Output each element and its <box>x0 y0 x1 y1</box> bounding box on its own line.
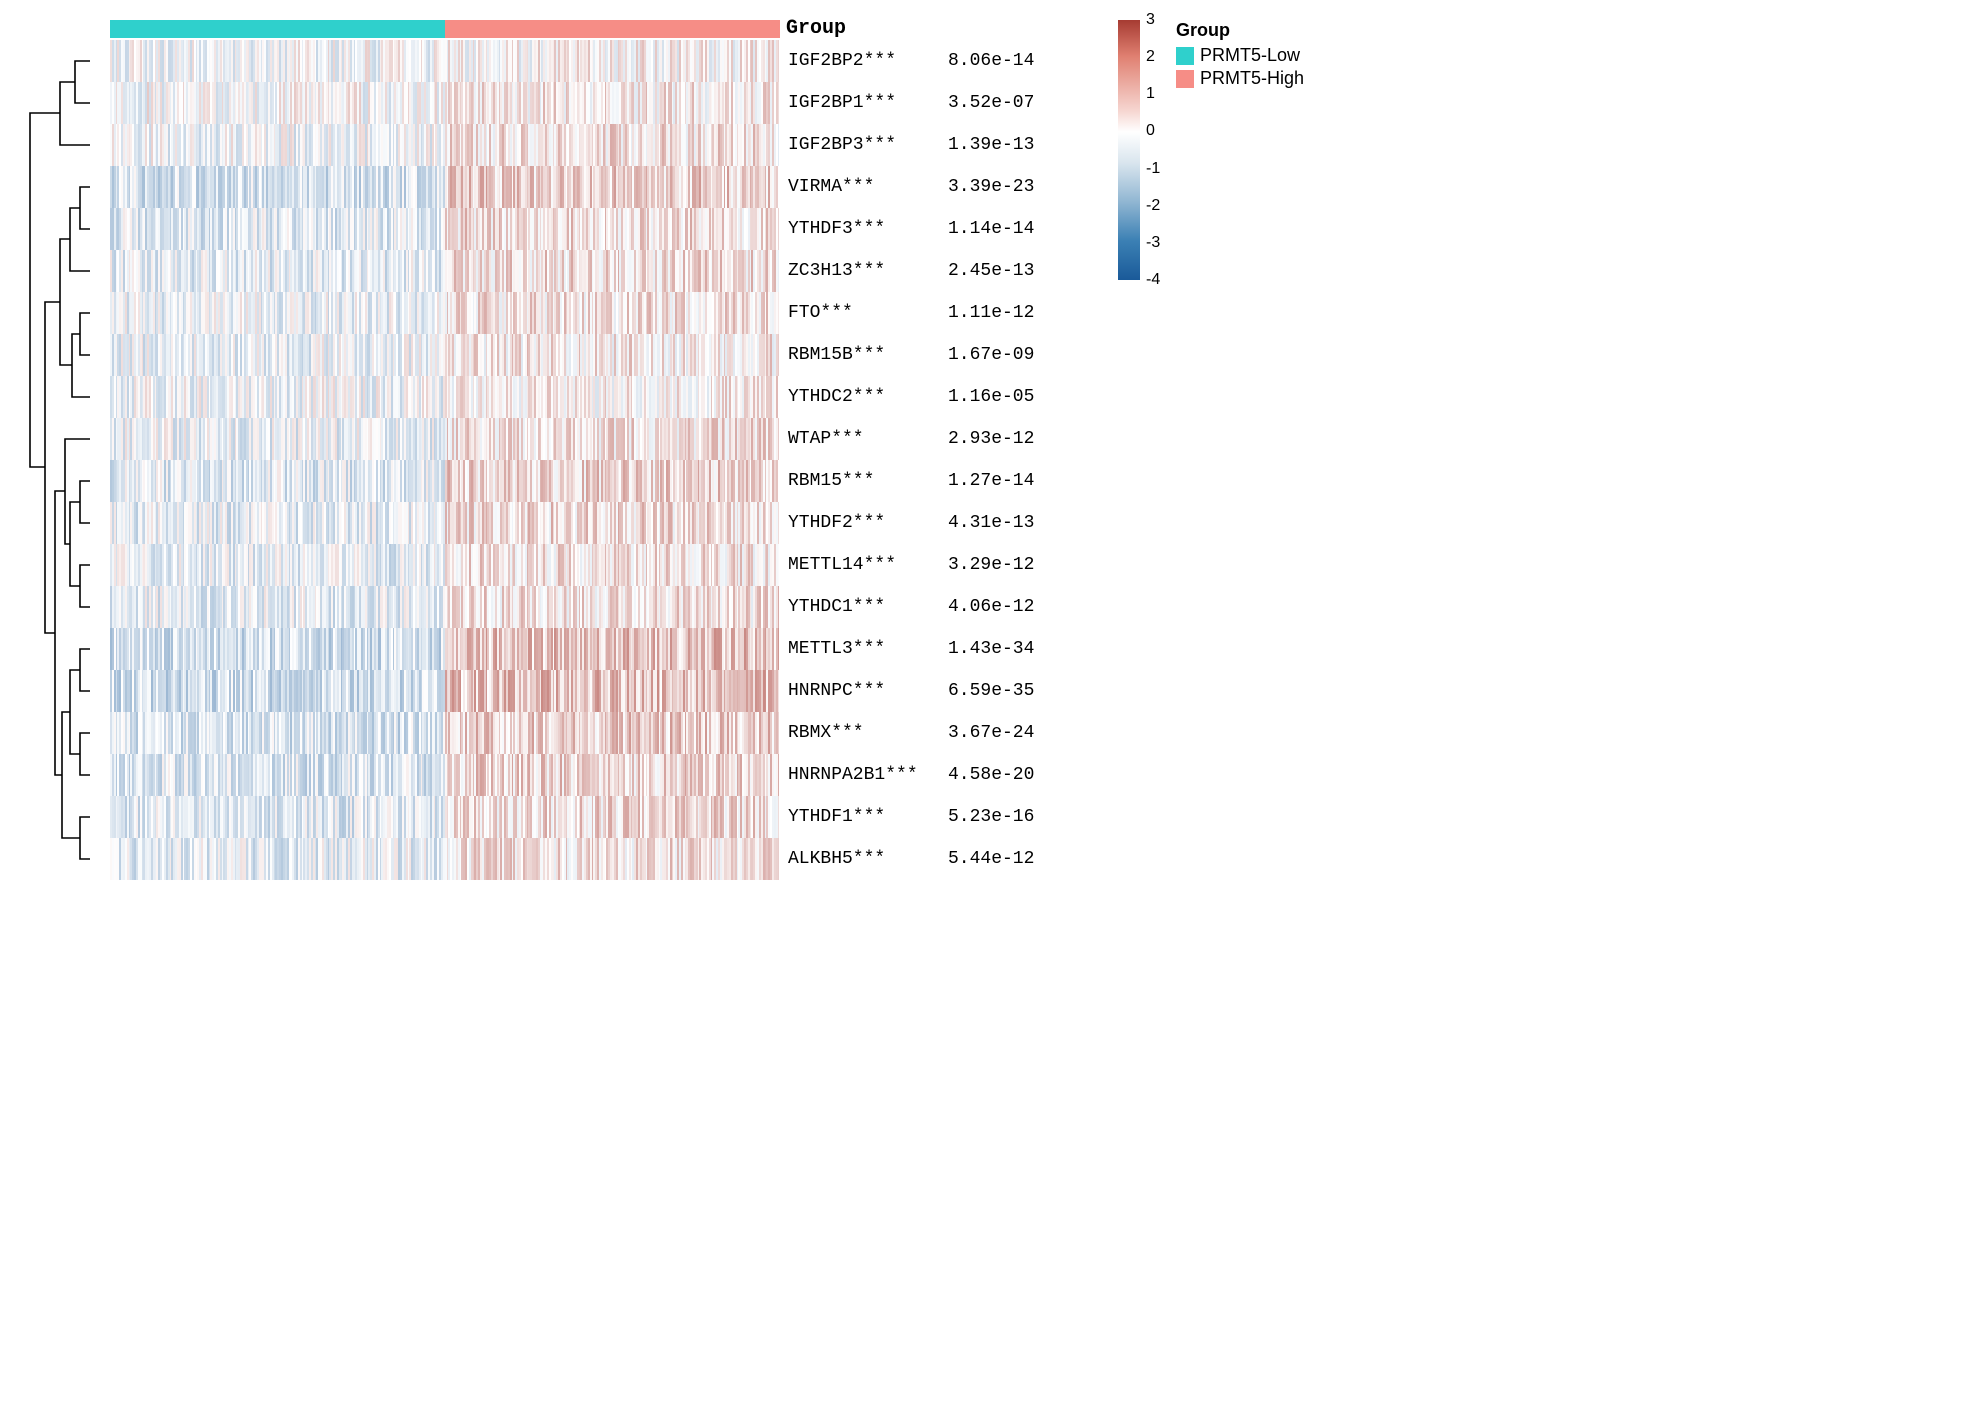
pvalue-label: 5.44e-12 <box>948 838 1088 880</box>
heatmap-row <box>110 40 780 82</box>
group-bar-low <box>110 20 445 38</box>
heatmap-row <box>110 250 780 292</box>
row-labels: IGF2BP2***IGF2BP1***IGF2BP3***VIRMA***YT… <box>780 20 948 880</box>
pvalue-column: 8.06e-143.52e-071.39e-133.39e-231.14e-14… <box>948 20 1088 880</box>
heatmap-row <box>110 838 780 880</box>
pvalue-label: 4.58e-20 <box>948 754 1088 796</box>
swatch-high <box>1176 70 1194 88</box>
gene-label: IGF2BP3*** <box>788 124 948 166</box>
heatmap-row <box>110 292 780 334</box>
legend-label-high: PRMT5-High <box>1200 68 1304 89</box>
pvalue-label: 1.14e-14 <box>948 208 1088 250</box>
heatmap-row <box>110 502 780 544</box>
heatmap-row <box>110 460 780 502</box>
group-annotation-title: Group <box>778 18 846 38</box>
gene-label: WTAP*** <box>788 418 948 460</box>
colorbar <box>1118 20 1140 280</box>
group-annotation-bar <box>110 20 780 38</box>
heatmap-row <box>110 208 780 250</box>
heatmap-row <box>110 544 780 586</box>
swatch-low <box>1176 47 1194 65</box>
colorbar-block: 3210-1-2-3-4 <box>1118 20 1146 280</box>
pvalue-label: 8.06e-14 <box>948 40 1088 82</box>
pvalue-label: 2.93e-12 <box>948 418 1088 460</box>
gene-label: YTHDF1*** <box>788 796 948 838</box>
gene-label: VIRMA*** <box>788 166 948 208</box>
pvalue-label: 3.29e-12 <box>948 544 1088 586</box>
legend-item-high: PRMT5-High <box>1176 68 1304 89</box>
heatmap-column <box>110 20 780 880</box>
pvalue-label: 3.67e-24 <box>948 712 1088 754</box>
gene-label: METTL3*** <box>788 628 948 670</box>
heatmap-row <box>110 334 780 376</box>
pvalue-label: 1.67e-09 <box>948 334 1088 376</box>
heatmap-row <box>110 586 780 628</box>
gene-label: RBM15*** <box>788 460 948 502</box>
gene-label: FTO*** <box>788 292 948 334</box>
heatmap-body <box>110 40 780 880</box>
heatmap-row <box>110 376 780 418</box>
dendrogram-svg <box>20 40 110 880</box>
group-legend: Group PRMT5-Low PRMT5-High <box>1176 20 1304 91</box>
legend-label-low: PRMT5-Low <box>1200 45 1300 66</box>
pvalue-label: 1.43e-34 <box>948 628 1088 670</box>
gene-label: YTHDF2*** <box>788 502 948 544</box>
pvalue-label: 1.16e-05 <box>948 376 1088 418</box>
gene-label: RBM15B*** <box>788 334 948 376</box>
gene-label: ALKBH5*** <box>788 838 948 880</box>
gene-label: IGF2BP2*** <box>788 40 948 82</box>
heatmap-row <box>110 166 780 208</box>
pvalue-label: 3.52e-07 <box>948 82 1088 124</box>
pvalue-label: 4.31e-13 <box>948 502 1088 544</box>
gene-label: YTHDC2*** <box>788 376 948 418</box>
pvalue-label: 5.23e-16 <box>948 796 1088 838</box>
heatmap-row <box>110 418 780 460</box>
pvalue-label: 2.45e-13 <box>948 250 1088 292</box>
legend-column: 3210-1-2-3-4 Group PRMT5-Low PRMT5-High <box>1088 20 1338 280</box>
pvalue-label: 1.11e-12 <box>948 292 1088 334</box>
gene-label: YTHDF3*** <box>788 208 948 250</box>
gene-label: HNRNPA2B1*** <box>788 754 948 796</box>
gene-label: METTL14*** <box>788 544 948 586</box>
heatmap-row <box>110 82 780 124</box>
group-bar-high <box>445 20 780 38</box>
heatmap-row <box>110 796 780 838</box>
pvalue-label: 3.39e-23 <box>948 166 1088 208</box>
gene-label: ZC3H13*** <box>788 250 948 292</box>
gene-label: HNRNPC*** <box>788 670 948 712</box>
heatmap-figure: IGF2BP2***IGF2BP1***IGF2BP3***VIRMA***YT… <box>20 20 1945 885</box>
heatmap-row <box>110 670 780 712</box>
heatmap-row <box>110 124 780 166</box>
pvalue-label: 6.59e-35 <box>948 670 1088 712</box>
pvalue-label: 1.27e-14 <box>948 460 1088 502</box>
gene-label: RBMX*** <box>788 712 948 754</box>
pvalue-label: 1.39e-13 <box>948 124 1088 166</box>
legend-item-low: PRMT5-Low <box>1176 45 1304 66</box>
colorbar-ticks: 3210-1-2-3-4 <box>1140 20 1146 280</box>
heatmap-row <box>110 712 780 754</box>
group-legend-title: Group <box>1176 20 1304 41</box>
gene-label: YTHDC1*** <box>788 586 948 628</box>
row-dendrogram <box>20 20 110 885</box>
heatmap-row <box>110 754 780 796</box>
pvalue-label: 4.06e-12 <box>948 586 1088 628</box>
gene-label: IGF2BP1*** <box>788 82 948 124</box>
heatmap-row <box>110 628 780 670</box>
